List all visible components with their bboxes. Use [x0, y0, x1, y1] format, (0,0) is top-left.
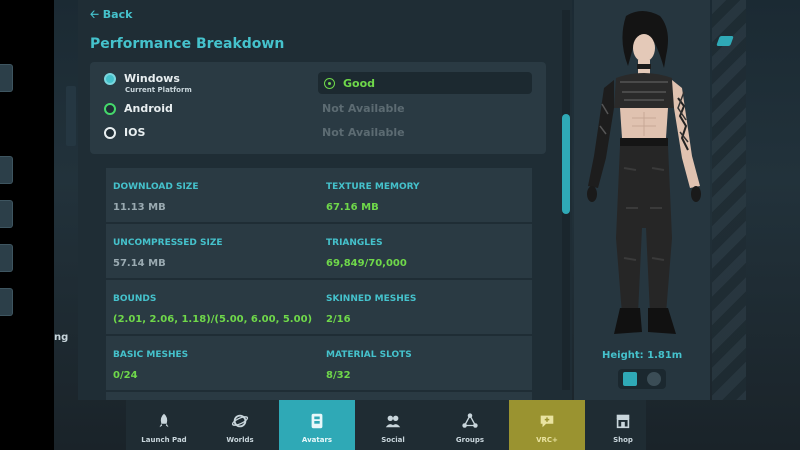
groups-icon	[462, 413, 478, 428]
nav-label: VRC+	[536, 436, 558, 444]
avatars-icon	[311, 413, 323, 429]
background-menu-column	[66, 86, 76, 146]
windows-icon	[104, 72, 116, 85]
stat-value-skinned-meshes: 2/16	[326, 314, 351, 325]
stat-label-download-size: DOWNLOAD SIZE	[113, 182, 199, 192]
nav-avatars[interactable]: Avatars	[279, 400, 355, 450]
status-badge: Good	[318, 72, 532, 94]
nav-vrcplus[interactable]: VRC+	[509, 400, 585, 450]
background-menu-tab	[0, 244, 13, 272]
platform-name: Android	[124, 102, 173, 115]
stat-label-triangles: TRIANGLES	[326, 238, 383, 248]
rocket-icon	[159, 413, 169, 428]
stat-label-texture-memory: TEXTURE MEMORY	[326, 182, 420, 192]
nav-worlds[interactable]: Worlds	[202, 400, 278, 450]
stat-value-material-slots: 8/32	[326, 370, 351, 381]
good-icon	[324, 77, 335, 89]
stat-value-bounds: (2.01, 2.06, 1.18)/(5.00, 6.00, 5.00)	[113, 314, 313, 325]
background-menu-tab	[0, 200, 13, 228]
stat-value-triangles: 69,849/70,000	[326, 258, 407, 269]
platform-row-ios: IOS	[104, 126, 145, 139]
nav-shop[interactable]: Shop	[585, 400, 661, 450]
vrcplus-icon	[540, 415, 554, 428]
stats-row	[106, 224, 532, 278]
back-label: Back	[102, 8, 133, 21]
nav-label: Groups	[455, 436, 485, 444]
world-decoration	[712, 0, 746, 400]
people-icon	[385, 415, 401, 428]
planet-icon	[231, 414, 249, 428]
stat-label-uncompressed-size: UNCOMPRESSED SIZE	[113, 238, 223, 248]
background-menu-text: ng	[54, 332, 69, 343]
platform-row-android: Android	[104, 102, 173, 115]
platform-subtitle: Current Platform	[125, 86, 192, 94]
platform-row-windows: Windows	[104, 72, 180, 85]
platform-name: Windows	[124, 72, 180, 85]
back-button[interactable]: 🡠 Back	[90, 6, 132, 25]
stat-value-texture-memory: 67.16 MB	[326, 202, 379, 213]
stat-label-bounds: BOUNDS	[113, 294, 157, 304]
status-label: Not Available	[322, 126, 405, 139]
stat-label-basic-meshes: BASIC MESHES	[113, 350, 189, 360]
stat-value-uncompressed-size: 57.14 MB	[113, 258, 166, 269]
nav-groups[interactable]: Groups	[432, 400, 508, 450]
arrow-left-icon: 🡠	[90, 8, 99, 21]
nav-label: Avatars	[301, 436, 333, 444]
nav-social[interactable]: Social	[355, 400, 431, 450]
status-label: Good	[343, 76, 376, 90]
apple-icon	[104, 126, 116, 139]
platform-name: IOS	[124, 126, 146, 139]
stat-value-basic-meshes: 0/24	[113, 370, 138, 381]
avatar-preview[interactable]	[580, 8, 706, 344]
scrollbar-thumb[interactable]	[562, 114, 570, 214]
nav-launch-pad[interactable]: Launch Pad	[126, 400, 202, 450]
nav-label: Social	[381, 436, 405, 444]
shop-icon	[616, 414, 630, 429]
page-title: Performance Breakdown	[90, 36, 285, 52]
stat-value-download-size: 11.13 MB	[113, 202, 166, 213]
fullbody-view-icon[interactable]	[623, 372, 637, 386]
avatar-height: Height: 1.81m	[602, 350, 683, 361]
avatar-view-toggle	[618, 369, 666, 389]
nav-label: Launch Pad	[141, 436, 187, 444]
stat-label-material-slots: MATERIAL SLOTS	[326, 350, 412, 360]
background-menu-tab	[0, 288, 13, 316]
status-label: Not Available	[322, 102, 405, 115]
stats-row	[106, 280, 532, 334]
stats-row	[106, 336, 532, 390]
nav-label: Worlds	[226, 436, 254, 444]
android-icon	[104, 102, 116, 115]
stat-label-skinned-meshes: SKINNED MESHES	[326, 294, 417, 304]
headshot-view-icon[interactable]	[647, 372, 661, 386]
stats-row	[106, 168, 532, 222]
background-menu-tab	[0, 156, 13, 184]
nav-label: Shop	[613, 436, 633, 444]
stats-row	[106, 392, 532, 400]
background-menu-tab	[0, 64, 13, 92]
